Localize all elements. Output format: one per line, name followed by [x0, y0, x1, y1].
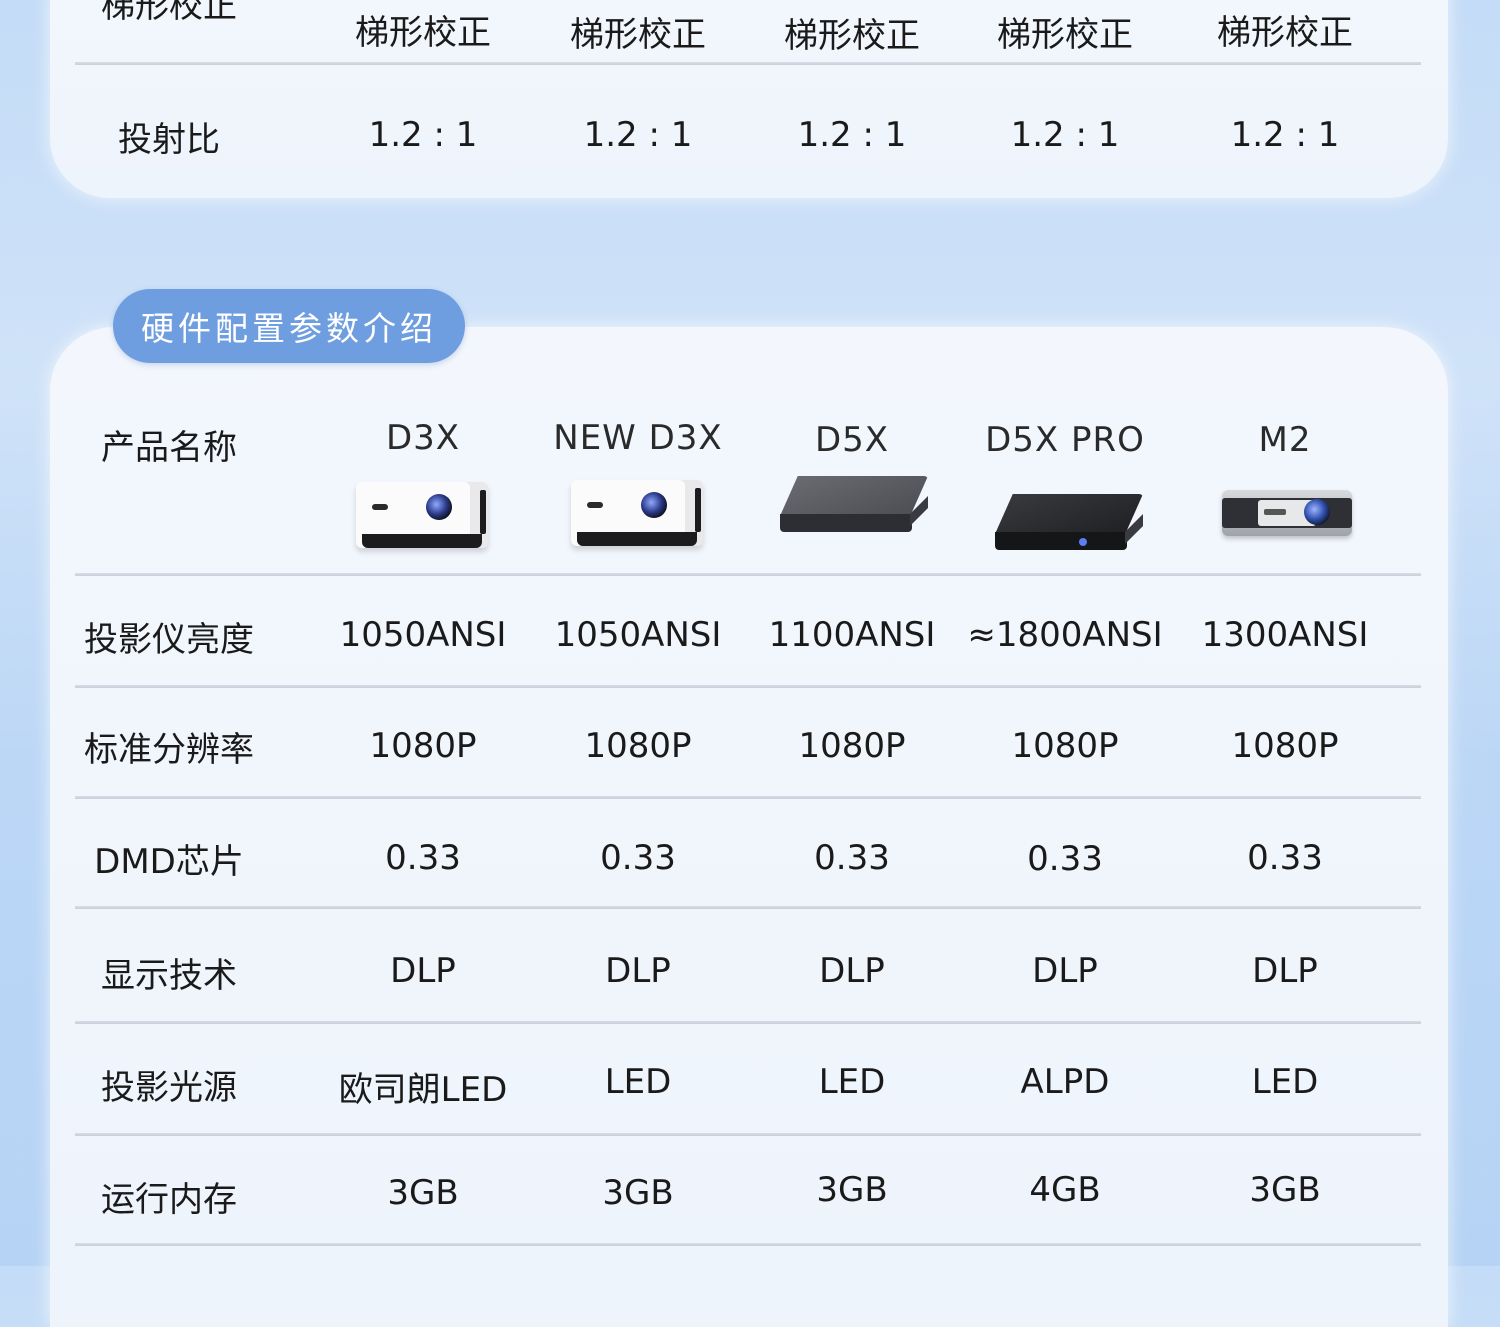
table-cell: ALPD: [1020, 1062, 1110, 1102]
product-image-m2: [1222, 490, 1352, 536]
table-cell: LED: [604, 1062, 672, 1102]
table-cell: 0.33: [814, 838, 890, 878]
product-image-new-d3x: [571, 480, 703, 546]
table-cell: 梯形校正: [997, 15, 1133, 55]
table-cell: 4GB: [1029, 1170, 1101, 1210]
table-cell: DLP: [1252, 951, 1318, 991]
row-label: 投影仪亮度: [84, 620, 254, 660]
row-divider: [75, 796, 1421, 799]
row-label: 梯形校正: [101, 0, 237, 26]
product-name: D5X: [814, 420, 890, 460]
row-divider: [75, 1133, 1421, 1136]
table-cell: LED: [818, 1062, 886, 1102]
table-cell: 1.2 : 1: [1010, 115, 1120, 155]
table-cell: 1.2 : 1: [368, 115, 478, 155]
row-divider: [75, 573, 1421, 576]
product-image-d3x: [356, 482, 488, 548]
row-label: DMD芯片: [94, 842, 244, 882]
product-name: D5X PRO: [985, 420, 1145, 460]
table-cell: 1.2 : 1: [1230, 115, 1340, 155]
table-cell: LED: [1251, 1062, 1319, 1102]
product-name: D3X: [385, 418, 461, 458]
table-cell: 0.33: [600, 838, 676, 878]
row-divider: [75, 1243, 1421, 1246]
table-cell: 1.2 : 1: [583, 115, 693, 155]
table-cell: 1050ANSI: [554, 615, 722, 655]
table-cell: 1080P: [584, 726, 692, 766]
table-cell: 3GB: [387, 1173, 459, 1213]
table-cell: 0.33: [1247, 838, 1323, 878]
table-cell: 1.2 : 1: [797, 115, 907, 155]
table-cell: 3GB: [1249, 1170, 1321, 1210]
product-name: NEW D3X: [553, 418, 723, 458]
table-cell: 3GB: [816, 1170, 888, 1210]
table-cell: 1300ANSI: [1201, 615, 1369, 655]
section-title: 硬件配置参数介绍: [113, 289, 465, 363]
table-cell: DLP: [390, 951, 456, 991]
product-image-d5x-pro: [995, 494, 1143, 556]
table-cell: 0.33: [385, 838, 461, 878]
row-label: 运行内存: [101, 1180, 237, 1220]
row-label: 投射比: [118, 120, 220, 160]
table-cell: 3GB: [602, 1173, 674, 1213]
row-divider: [75, 685, 1421, 688]
row-divider: [75, 906, 1421, 909]
table-cell: 1100ANSI: [768, 615, 936, 655]
table-cell: 梯形校正: [784, 16, 920, 56]
row-label: 产品名称: [101, 428, 237, 468]
table-cell: 梯形校正: [1217, 13, 1353, 53]
table-cell: 1080P: [369, 726, 477, 766]
row-label: 标准分辨率: [84, 730, 254, 770]
table-cell: DLP: [819, 951, 885, 991]
product-image-d5x: [780, 476, 928, 538]
table-cell: 欧司朗LED: [338, 1070, 508, 1110]
table-cell: 0.33: [1027, 839, 1103, 879]
table-cell: 梯形校正: [570, 15, 706, 55]
table-cell: 梯形校正: [355, 13, 491, 53]
table-cell: 1080P: [1011, 726, 1119, 766]
table-cell: 1080P: [1231, 726, 1339, 766]
table-cell: ≈1800ANSI: [967, 615, 1163, 655]
row-divider: [75, 1021, 1421, 1024]
row-label: 投影光源: [101, 1068, 237, 1108]
table-cell: DLP: [1032, 951, 1098, 991]
table-cell: 1080P: [798, 726, 906, 766]
table-cell: DLP: [605, 951, 671, 991]
row-label: 显示技术: [101, 956, 237, 996]
row-divider: [75, 62, 1421, 65]
table-cell: 1050ANSI: [339, 615, 507, 655]
product-name: M2: [1258, 420, 1312, 460]
